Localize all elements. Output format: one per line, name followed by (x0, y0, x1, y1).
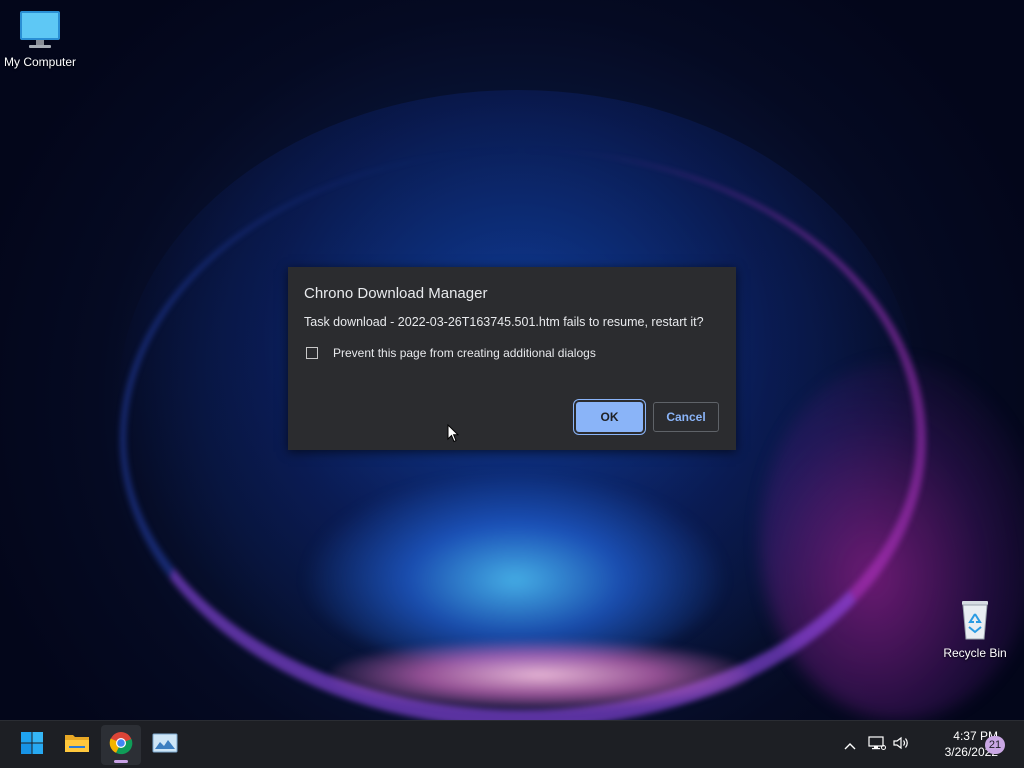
active-app-indicator (114, 760, 128, 763)
desktop-icon-recycle-bin[interactable]: Recycle Bin (935, 597, 1015, 660)
show-hidden-icons-button[interactable] (840, 735, 860, 755)
desktop-icon-label: Recycle Bin (943, 646, 1007, 660)
image-icon (152, 733, 178, 757)
prevent-dialogs-checkbox[interactable] (306, 347, 318, 359)
mouse-cursor-icon (447, 423, 460, 447)
dialog-message: Task download - 2022-03-26T163745.501.ht… (304, 315, 704, 329)
start-button[interactable] (12, 725, 52, 765)
chevron-up-icon (843, 736, 857, 755)
taskbar-file-explorer[interactable] (57, 725, 97, 765)
desktop-icon-label: My Computer (3, 55, 77, 69)
taskbar-image-viewer[interactable] (145, 725, 185, 765)
windows-start-icon (20, 731, 44, 759)
chrome-icon (109, 731, 133, 759)
taskbar: 4:37 PM 3/26/2022 21 (0, 720, 1024, 768)
volume-control[interactable] (891, 735, 911, 755)
download-manager-dialog: Chrono Download Manager Task download - … (288, 267, 736, 450)
desktop-icon-my-computer[interactable]: My Computer (0, 10, 80, 69)
prevent-dialogs-label[interactable]: Prevent this page from creating addition… (333, 346, 596, 360)
volume-icon (892, 735, 910, 755)
cancel-button[interactable]: Cancel (653, 402, 719, 432)
network-status[interactable] (867, 735, 887, 755)
computer-icon (0, 10, 80, 53)
ok-button[interactable]: OK (576, 402, 643, 432)
recycle-bin-icon (935, 597, 1015, 644)
folder-icon (64, 732, 90, 758)
dialog-title: Chrono Download Manager (304, 285, 488, 302)
notification-badge[interactable]: 21 (985, 736, 1005, 754)
taskbar-chrome[interactable] (101, 725, 141, 765)
wallpaper-pink-glow (330, 640, 750, 710)
prevent-dialogs-option[interactable]: Prevent this page from creating addition… (306, 346, 596, 360)
network-icon (868, 735, 886, 755)
